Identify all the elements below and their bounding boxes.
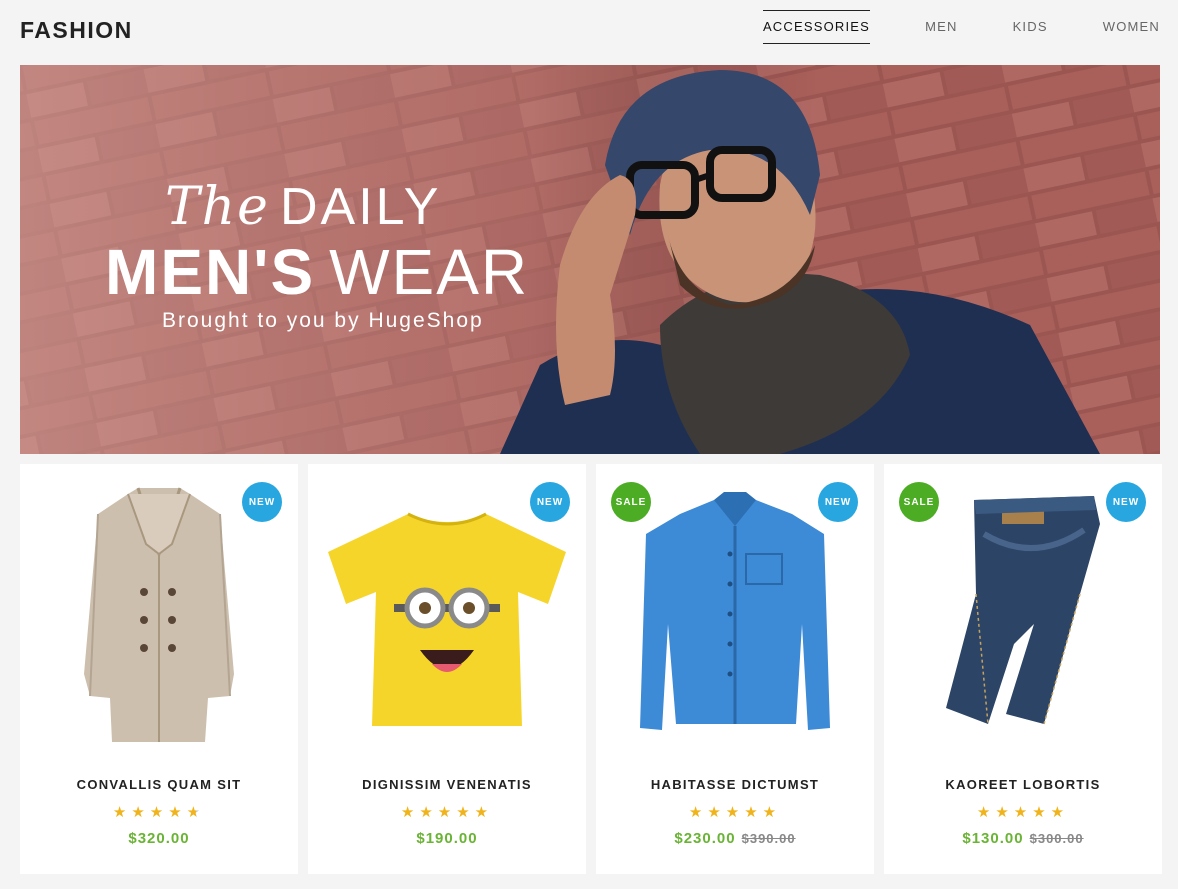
sale-badge: SALE: [899, 482, 939, 522]
star-rating: ★★★★★: [112, 804, 206, 821]
hero-headline-line2: MEN'S WEAR: [105, 235, 529, 309]
nav-accessories[interactable]: ACCESSORIES: [762, 10, 871, 44]
new-badge: NEW: [1106, 482, 1146, 522]
star-rating: ★★★★★: [688, 804, 782, 821]
new-badge: NEW: [530, 482, 570, 522]
site-logo[interactable]: FASHION: [20, 17, 133, 44]
hero-light-word: WEAR: [329, 236, 530, 308]
nav-women[interactable]: WOMEN: [1103, 10, 1160, 44]
product-card[interactable]: SALE NEW HABITASSE DICTUMST ★★★★★ $230.0…: [596, 464, 874, 874]
new-badge: NEW: [818, 482, 858, 522]
price-row: $190.00: [308, 830, 586, 847]
new-badge: NEW: [242, 482, 282, 522]
product-name[interactable]: DIGNISSIM VENENATIS: [308, 777, 586, 792]
hero-banner[interactable]: The DAILY MEN'S WEAR Brought to you by Hug…: [20, 65, 1160, 454]
product-name[interactable]: HABITASSE DICTUMST: [596, 777, 874, 792]
hero-script-word: The: [165, 177, 270, 237]
product-name[interactable]: CONVALLIS QUAM SIT: [20, 777, 298, 792]
nav-kids[interactable]: KIDS: [1013, 10, 1048, 44]
main-nav: ACCESSORIES MEN KIDS WOMEN: [708, 10, 1160, 44]
hero-bold-word: MEN'S: [105, 236, 316, 308]
price-row: $320.00: [20, 830, 298, 847]
product-card[interactable]: NEW DIGNISSIM VENENATIS ★★★★★ $190.00: [308, 464, 586, 874]
product-price: $130.00: [962, 830, 1024, 847]
price-row: $130.00 $300.00: [884, 830, 1162, 847]
star-rating: ★★★★★: [976, 804, 1070, 821]
hero-subtitle: Brought to you by HugeShop: [162, 309, 484, 332]
hero-headline-line1: The DAILY: [165, 177, 441, 237]
sale-badge: SALE: [611, 482, 651, 522]
hero-caps-word: DAILY: [279, 178, 442, 236]
price-row: $230.00 $390.00: [596, 830, 874, 847]
product-card[interactable]: SALE NEW KAOREET LOBORTIS ★★★★★ $130.00 $…: [884, 464, 1162, 874]
product-card[interactable]: NEW CONVALLIS QUAM SIT ★★★★★ $320.00: [20, 464, 298, 874]
old-price: $390.00: [741, 831, 796, 846]
old-price: $300.00: [1029, 831, 1084, 846]
star-rating: ★★★★★: [400, 804, 494, 821]
product-name[interactable]: KAOREET LOBORTIS: [884, 777, 1162, 792]
product-price: $320.00: [128, 830, 190, 847]
product-price: $190.00: [416, 830, 478, 847]
product-price: $230.00: [674, 830, 736, 847]
nav-men[interactable]: MEN: [925, 10, 958, 44]
